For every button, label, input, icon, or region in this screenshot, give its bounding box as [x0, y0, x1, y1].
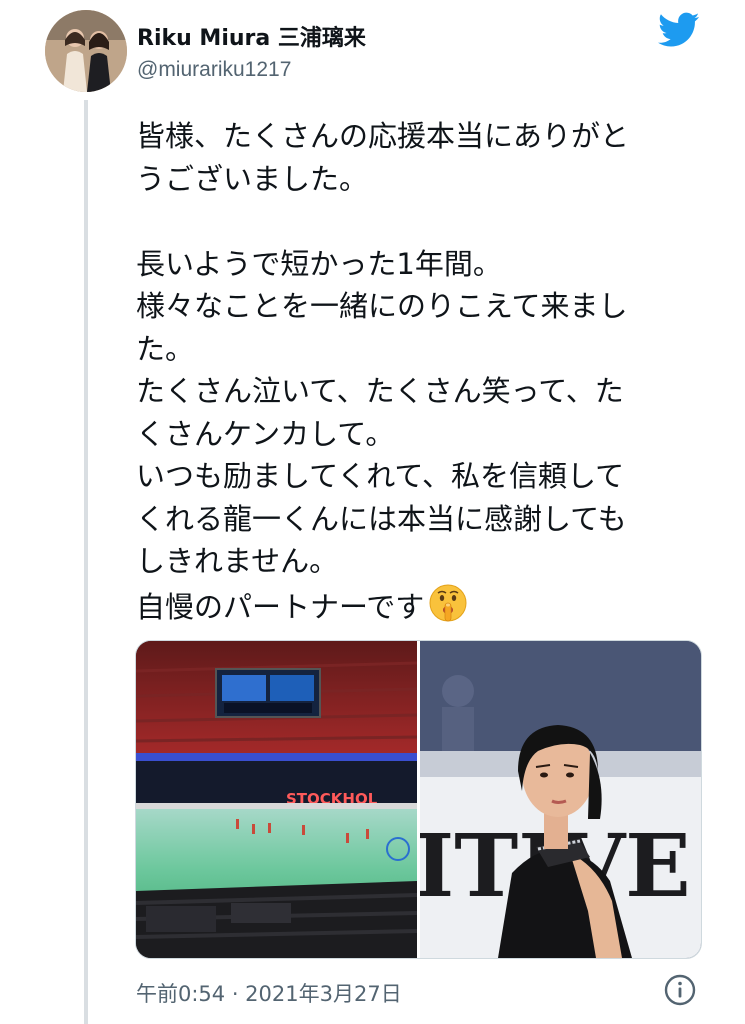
tweet-text-line: くれる龍一くんには本当に感謝しても [136, 501, 627, 536]
tweet-text-line: うございました。 [136, 161, 369, 196]
tweet-text-line: た。 [136, 331, 195, 366]
tweet-text-line-last: 自慢のパートナーです [136, 583, 716, 626]
info-icon[interactable] [663, 973, 697, 1007]
tweet-text-line: 長いようで短かった1年間。 [136, 246, 502, 281]
tweet-text-line: しきれません。 [136, 544, 339, 578]
tweet-text-line: いつも励ましてくれて、私を信頼して [136, 459, 625, 493]
tweet-media-grid[interactable]: STOCKHOL ITI [135, 640, 702, 959]
tweet-text-line: 皆様、たくさんの応援本当にありがと [136, 119, 630, 153]
tweet-text-line-blank [136, 200, 716, 243]
tweet-text-line: たくさん泣いて、たくさん笑って、た [136, 374, 624, 408]
avatar[interactable] [45, 10, 127, 92]
media-photo-arena[interactable]: STOCKHOL [136, 641, 417, 958]
tweet-text-line: 様々なことを一緒にのりこえて来まし [136, 289, 628, 323]
shushing-face-emoji [429, 584, 467, 621]
author-handle[interactable]: @miurariku1217 [137, 58, 291, 82]
arena-photo: STOCKHOL [136, 641, 417, 958]
skater-photo: ITIVE [420, 641, 701, 958]
tweet-text-last-words: 自慢のパートナーです [136, 589, 425, 624]
tweet-text: 皆様、たくさんの応援本当にありがと うございました。 長いようで短かった1年間。… [136, 115, 716, 625]
media-photo-skater[interactable]: ITIVE [420, 641, 701, 958]
author-display-name[interactable]: Riku Miura 三浦璃来 [137, 20, 366, 52]
tweet-text-line: くさんケンカして。 [136, 416, 395, 451]
twitter-bird-icon[interactable] [658, 12, 700, 48]
tweet-timestamp[interactable]: 午前0:54 · 2021年3月27日 [136, 978, 402, 1008]
avatar-photo [45, 10, 127, 92]
thread-connector-line [84, 100, 88, 1024]
